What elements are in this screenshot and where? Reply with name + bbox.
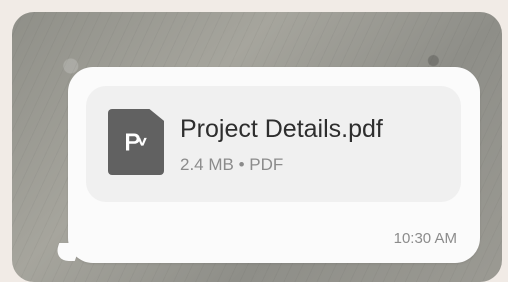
message-timestamp: 10:30 AM [393, 230, 457, 247]
message-bubble[interactable]: Project Details.pdf 2.4 MB • PDF 10:30 A… [52, 67, 480, 263]
bubble-tail [52, 243, 82, 261]
file-size: 2.4 MB [180, 155, 234, 174]
file-name: Project Details.pdf [180, 115, 383, 143]
file-type: PDF [249, 155, 284, 174]
pdf-file-icon [108, 109, 164, 175]
chat-background: Project Details.pdf 2.4 MB • PDF 10:30 A… [12, 12, 502, 282]
meta-separator: • [233, 155, 250, 174]
file-meta: 2.4 MB • PDF [180, 155, 283, 175]
file-attachment-card[interactable]: Project Details.pdf 2.4 MB • PDF [86, 86, 461, 202]
